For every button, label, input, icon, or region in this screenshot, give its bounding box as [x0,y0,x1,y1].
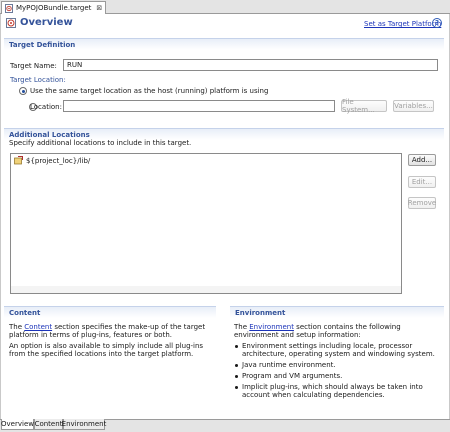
list-item: Program and VM arguments. [234,372,440,380]
location-input[interactable] [63,100,335,112]
content-paragraph-2: An option is also available to simply in… [9,342,204,358]
set-as-target-platform-link[interactable]: Set as Target Platform [364,20,441,28]
tab-overview[interactable]: Overview [1,419,34,430]
help-icon[interactable]: ? [432,18,442,28]
form-header: Overview [6,17,73,28]
target-definition-title: Target Definition [9,41,76,49]
overview-icon [6,17,16,28]
additional-locations-list[interactable]: ${project_loc}/lib/ [10,153,402,294]
target-definition-section-header[interactable]: Target Definition [4,38,444,50]
variables-button[interactable]: Variables... [393,100,434,112]
target-file-icon [5,3,13,13]
content-section-header[interactable]: Content [4,306,216,318]
same-host-radio-label[interactable]: Use the same target location as the host… [30,87,268,95]
location-radio-label[interactable]: Location: [30,103,62,111]
additional-locations-title: Additional Locations [9,131,90,139]
same-host-radio[interactable] [19,87,27,95]
list-horizontal-scrollbar[interactable] [10,286,402,294]
target-name-label: Target Name: [10,62,57,70]
list-item-label: ${project_loc}/lib/ [26,156,91,165]
environment-bullet-list: Environment settings including locale, p… [234,342,440,402]
environment-link[interactable]: Environment [249,323,294,331]
target-location-label: Target Location: [10,76,66,84]
remove-location-button[interactable]: Remove [408,197,436,209]
list-item: Implicit plug-ins, which should always b… [234,383,440,399]
content-paragraph-1: The Content section specifies the make-u… [9,323,206,339]
tab-environment[interactable]: Environment [62,419,106,430]
list-item: Environment settings including locale, p… [234,342,440,358]
file-system-button[interactable]: File System... [341,98,387,114]
add-location-button[interactable]: Add... [408,154,436,166]
folder-location-icon [14,156,23,165]
additional-locations-description: Specify additional locations to include … [9,139,192,147]
tab-content[interactable]: Content [34,419,63,430]
close-icon[interactable]: ⊠ [96,4,102,12]
list-item[interactable]: ${project_loc}/lib/ [14,156,90,165]
editor-tab[interactable]: MyPOJOBundle.target ⊠ [1,1,107,14]
content-section-title: Content [9,309,41,317]
editor-tab-title: MyPOJOBundle.target [16,4,92,12]
page-title: Overview [20,17,73,28]
list-item: Java runtime environment. [234,361,440,369]
environment-section-header[interactable]: Environment [230,306,444,318]
content-link[interactable]: Content [24,323,52,331]
environment-section-title: Environment [235,309,286,317]
edit-location-button[interactable]: Edit... [408,176,436,188]
target-name-input[interactable]: RUN [63,59,438,71]
environment-paragraph: The Environment section contains the fol… [234,323,401,339]
